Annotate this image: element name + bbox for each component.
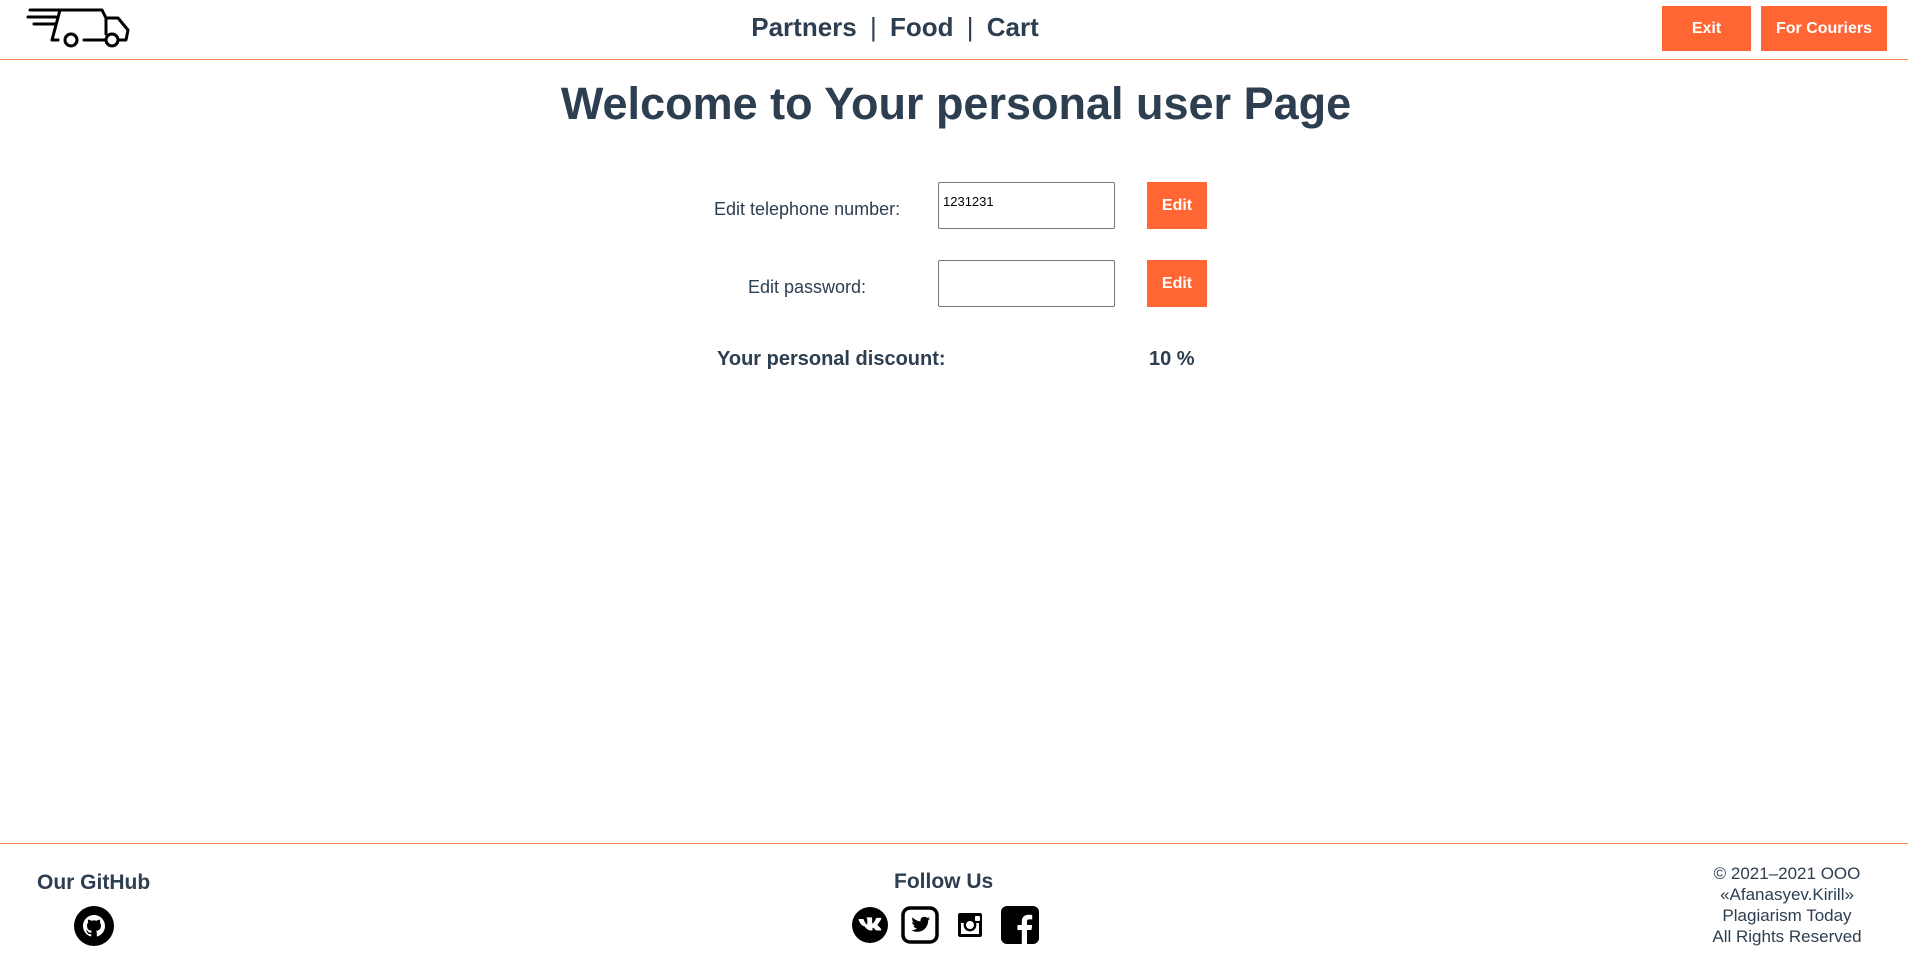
instagram-icon[interactable] <box>951 906 989 944</box>
follow-us-heading: Follow Us <box>894 870 994 893</box>
copyright-line: © 2021–2021 ООО <box>1713 864 1861 883</box>
vk-icon[interactable] <box>851 906 889 944</box>
nav-link-cart[interactable]: Cart <box>987 12 1039 42</box>
github-heading: Our GitHub <box>37 871 151 894</box>
discount-value: 10 % <box>1149 348 1195 370</box>
main-nav: Partners | Food | Cart <box>0 12 1790 43</box>
copyright: © 2021–2021 ООО «Afanasyev.Kirill» Plagi… <box>1687 863 1887 947</box>
exit-button[interactable]: Exit <box>1662 6 1751 51</box>
facebook-icon[interactable] <box>1001 906 1039 944</box>
nav-separator: | <box>966 12 974 42</box>
copyright-line: All Rights Reserved <box>1712 927 1862 946</box>
twitter-icon[interactable] <box>901 906 939 944</box>
nav-link-food[interactable]: Food <box>890 12 954 42</box>
discount-label: Your personal discount: <box>717 348 946 370</box>
site-header: Partners | Food | Cart Exit For Couriers <box>0 0 1908 60</box>
for-couriers-button[interactable]: For Couriers <box>1761 6 1887 51</box>
page-title: Welcome to Your personal user Page <box>560 78 1352 129</box>
copyright-line: «Afanasyev.Kirill» <box>1720 885 1854 904</box>
nav-link-partners[interactable]: Partners <box>751 12 857 42</box>
password-label: Edit password: <box>748 277 867 297</box>
phone-label: Edit telephone number: <box>714 199 901 219</box>
password-input[interactable] <box>938 260 1115 307</box>
site-footer: Our GitHub Follow Us © 2021–2021 ООО «Af… <box>0 843 1908 958</box>
github-icon[interactable] <box>74 906 114 946</box>
copyright-line: Plagiarism Today <box>1722 906 1852 925</box>
edit-password-button[interactable]: Edit <box>1147 260 1207 307</box>
nav-separator: | <box>869 12 877 42</box>
phone-input[interactable] <box>938 182 1115 229</box>
edit-phone-button[interactable]: Edit <box>1147 182 1207 229</box>
